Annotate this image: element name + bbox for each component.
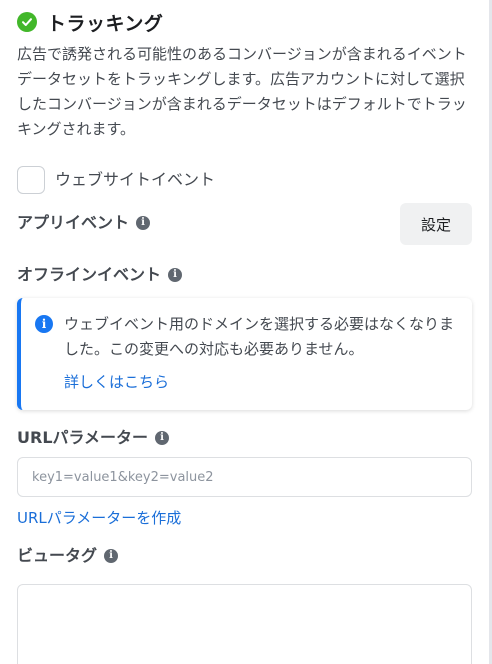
view-tags-label: ビュータグ [17, 546, 98, 565]
offline-events-label: オフラインイベント [17, 265, 162, 284]
offline-events-heading: オフラインイベント i [17, 264, 183, 286]
app-events-label: アプリイベント [17, 213, 130, 232]
info-icon[interactable]: i [136, 216, 151, 230]
section-description: 広告で誘発される可能性のあるコンバージョンが含まれるイベントデータセットをトラッ… [17, 45, 467, 138]
info-icon[interactable]: i [155, 431, 170, 445]
create-url-parameters-link[interactable]: URLパラメーターを作成 [17, 507, 181, 529]
info-notice: i ウェブイベント用のドメインを選択する必要はなくなりました。この変更への対応も… [17, 298, 472, 410]
info-circle-icon: i [35, 315, 53, 333]
view-tags-input[interactable] [17, 584, 472, 664]
website-events-label[interactable]: ウェブサイトイベント [55, 168, 215, 192]
website-events-checkbox[interactable] [17, 166, 45, 194]
app-events-heading: アプリイベント i [17, 212, 151, 234]
check-circle-icon [17, 12, 37, 32]
info-icon[interactable]: i [168, 268, 183, 282]
learn-more-link[interactable]: 詳しくはこちら [64, 370, 169, 394]
url-parameters-heading: URLパラメーター i [17, 427, 170, 449]
app-events-settings-button[interactable]: 設定 [400, 203, 472, 245]
view-tags-heading: ビュータグ i [17, 545, 119, 567]
section-title: トラッキング [47, 12, 164, 35]
section-header: トラッキング [17, 8, 163, 36]
url-parameters-label: URLパラメーター [17, 428, 149, 447]
notice-text: ウェブイベント用のドメインを選択する必要はなくなりました。この変更への対応も必要… [64, 315, 455, 358]
url-parameters-input[interactable] [17, 457, 472, 497]
info-icon[interactable]: i [104, 549, 119, 563]
